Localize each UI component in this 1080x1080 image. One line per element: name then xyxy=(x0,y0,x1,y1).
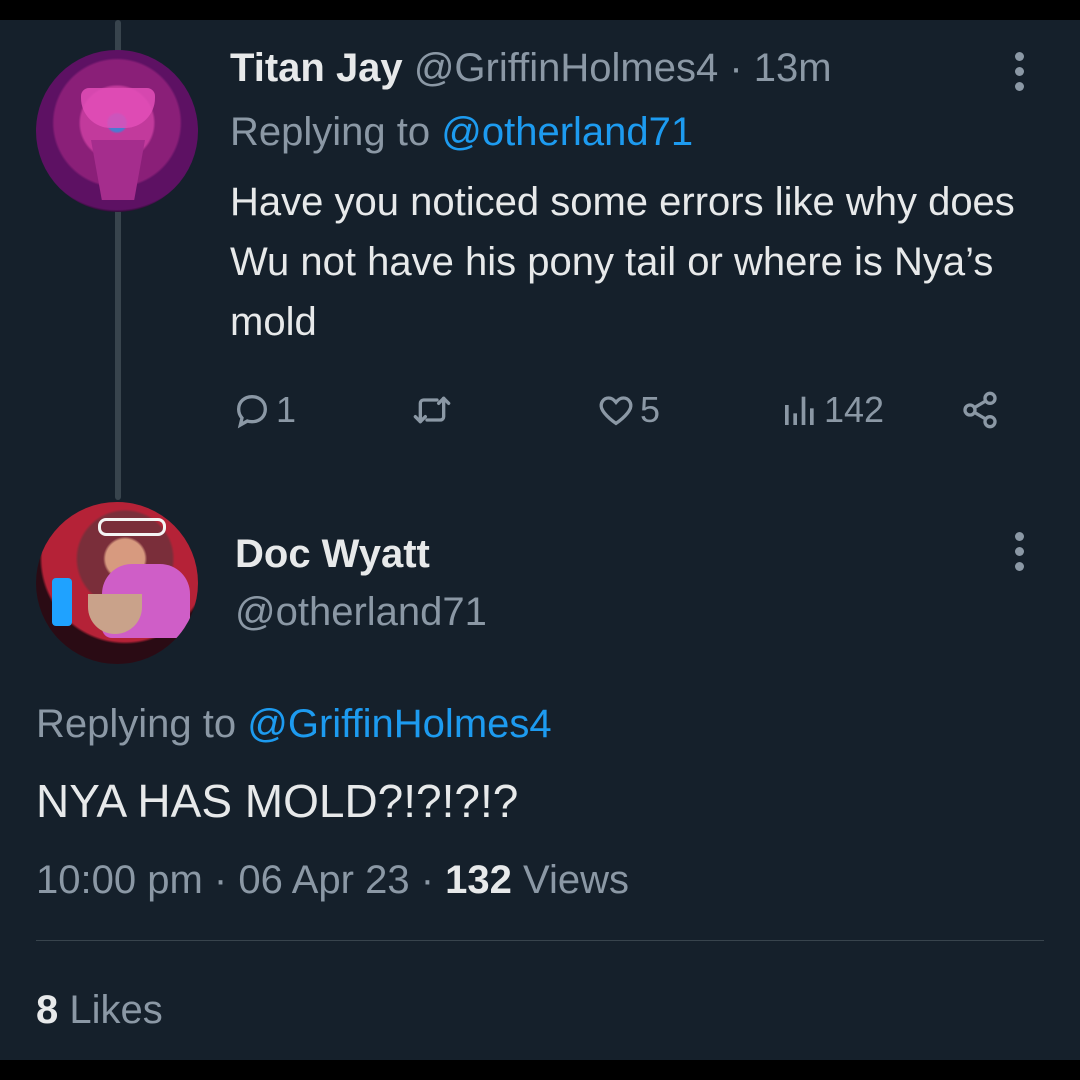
display-name[interactable]: Doc Wyatt xyxy=(235,532,430,577)
avatar[interactable] xyxy=(36,502,198,664)
avatar-glasses xyxy=(98,518,166,536)
replying-to: Replying to @otherland71 xyxy=(230,110,693,155)
tweet1-header: Titan Jay @GriffinHolmes4 · 13m xyxy=(230,46,832,91)
view-count: 142 xyxy=(824,389,885,430)
divider xyxy=(36,940,1044,941)
replying-to-handle[interactable]: @GriffinHolmes4 xyxy=(247,702,551,746)
avatar-chin xyxy=(91,140,145,200)
handle[interactable]: @otherland71 xyxy=(235,590,487,635)
like-count: 5 xyxy=(640,389,661,430)
share-button[interactable] xyxy=(960,388,1000,432)
tweet-body: Have you noticed some errors like why do… xyxy=(230,180,1015,344)
retweet-icon xyxy=(413,396,451,424)
display-name[interactable]: Titan Jay xyxy=(230,46,403,90)
separator: · xyxy=(409,858,446,902)
views-button[interactable]: 142 xyxy=(780,388,884,432)
reply-icon xyxy=(236,394,268,429)
likes-label: Likes xyxy=(58,988,163,1032)
reply-count: 1 xyxy=(276,389,297,430)
replying-to: Replying to @GriffinHolmes4 xyxy=(36,702,552,747)
likes-count: 8 xyxy=(36,988,59,1032)
tweet-meta: 10:00 pm · 06 Apr 23 · 132 Views xyxy=(36,858,629,903)
share-icon xyxy=(963,391,997,429)
separator: · xyxy=(202,858,239,902)
more-icon[interactable] xyxy=(1015,532,1025,577)
retweet-button[interactable] xyxy=(412,388,456,432)
more-icon[interactable] xyxy=(1015,52,1025,97)
like-icon xyxy=(599,396,633,426)
views-icon xyxy=(785,396,814,425)
tweet-body: NYA HAS MOLD?!?!?!? xyxy=(36,775,519,827)
separator: · xyxy=(718,46,754,90)
tweet-thread-panel: Titan Jay @GriffinHolmes4 · 13m Replying… xyxy=(0,20,1080,1060)
replying-prefix: Replying to xyxy=(230,110,442,154)
views-label: Views xyxy=(511,858,629,902)
reply-button[interactable]: 1 xyxy=(232,388,296,432)
timestamp[interactable]: 10:00 pm xyxy=(36,858,203,902)
replying-prefix: Replying to xyxy=(36,702,248,746)
likes-summary[interactable]: 8 Likes xyxy=(36,988,163,1033)
date[interactable]: 06 Apr 23 xyxy=(238,858,409,902)
avatar-cup xyxy=(52,578,72,626)
replying-to-handle[interactable]: @otherland71 xyxy=(441,110,693,154)
handle[interactable]: @GriffinHolmes4 xyxy=(414,46,718,90)
views-count: 132 xyxy=(445,858,512,902)
like-button[interactable]: 5 xyxy=(596,388,660,432)
avatar[interactable] xyxy=(36,50,198,212)
avatar-visor xyxy=(81,88,155,128)
timestamp[interactable]: 13m xyxy=(754,46,832,90)
